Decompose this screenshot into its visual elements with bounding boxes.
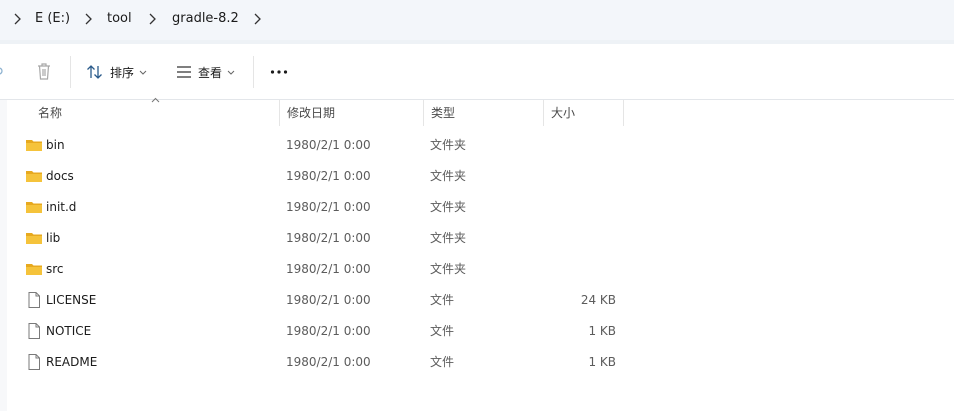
file-type: 文件 [430, 293, 455, 307]
file-date: 1980/2/1 0:00 [286, 169, 371, 183]
file-name: LICENSE [46, 293, 97, 307]
chevron-right-icon[interactable] [147, 12, 157, 26]
file-type: 文件 [430, 355, 455, 369]
breadcrumb-gradle[interactable]: gradle-8.2 [172, 11, 239, 26]
file-name: src [46, 262, 64, 276]
column-header-date[interactable]: 修改日期 [279, 100, 423, 126]
folder-icon [26, 171, 42, 182]
file-date: 1980/2/1 0:00 [286, 231, 371, 245]
file-type: 文件夹 [430, 138, 467, 152]
delete-icon[interactable] [35, 61, 53, 81]
file-name: init.d [46, 200, 77, 214]
file-type: 文件夹 [430, 231, 467, 245]
column-header-size[interactable]: 大小 [543, 100, 623, 126]
file-row[interactable]: lib 1980/2/1 0:00 文件夹 [8, 223, 948, 254]
share-icon[interactable] [0, 63, 6, 79]
column-header-name[interactable]: 名称 [30, 100, 279, 126]
file-row[interactable]: README 1980/2/1 0:00 文件 1 KB [8, 347, 948, 378]
chevron-right-icon[interactable] [12, 12, 22, 26]
file-size: 1 KB [588, 355, 616, 369]
toolbar-separator [70, 56, 71, 88]
file-size: 1 KB [588, 324, 616, 338]
file-icon [28, 292, 40, 308]
sort-label: 排序 [110, 65, 135, 80]
file-icon [28, 354, 40, 370]
file-date: 1980/2/1 0:00 [286, 355, 371, 369]
column-divider[interactable] [623, 100, 624, 126]
file-size: 24 KB [580, 293, 616, 307]
sort-button[interactable]: 排序 [86, 57, 147, 87]
file-size [548, 254, 616, 285]
file-name: bin [46, 138, 65, 152]
sort-icon [87, 65, 102, 79]
folder-icon [26, 140, 42, 151]
file-type: 文件夹 [430, 169, 467, 183]
file-type: 文件夹 [430, 262, 467, 276]
file-row[interactable]: src 1980/2/1 0:00 文件夹 [8, 254, 948, 285]
view-button[interactable]: 查看 [176, 57, 235, 87]
chevron-down-icon [139, 70, 147, 75]
breadcrumb-tool[interactable]: tool [107, 11, 132, 26]
file-size [548, 130, 616, 161]
file-row[interactable]: init.d 1980/2/1 0:00 文件夹 [8, 192, 948, 223]
chevron-right-icon[interactable] [83, 12, 93, 26]
folder-icon [26, 264, 42, 275]
chevron-down-icon [227, 70, 235, 75]
file-date: 1980/2/1 0:00 [286, 200, 371, 214]
folder-icon [26, 233, 42, 244]
more-options-button[interactable] [270, 57, 288, 87]
file-row[interactable]: LICENSE 1980/2/1 0:00 文件 24 KB [8, 285, 948, 316]
file-date: 1980/2/1 0:00 [286, 324, 371, 338]
view-icon [177, 66, 191, 78]
file-row[interactable]: bin 1980/2/1 0:00 文件夹 [8, 130, 948, 161]
file-date: 1980/2/1 0:00 [286, 138, 371, 152]
file-name: NOTICE [46, 324, 92, 338]
file-row[interactable]: docs 1980/2/1 0:00 文件夹 [8, 161, 948, 192]
file-date: 1980/2/1 0:00 [286, 262, 371, 276]
file-name: lib [46, 231, 61, 245]
navigation-pane-edge[interactable] [0, 100, 7, 411]
toolbar-separator [253, 56, 254, 88]
command-bar: 排序 查看 [0, 44, 954, 100]
file-name: docs [46, 169, 74, 183]
file-size [548, 192, 616, 223]
file-date: 1980/2/1 0:00 [286, 293, 371, 307]
file-size [548, 223, 616, 254]
view-label: 查看 [198, 65, 223, 80]
breadcrumb-drive[interactable]: E (E:) [35, 11, 70, 26]
file-type: 文件夹 [430, 200, 467, 214]
file-icon [28, 323, 40, 339]
folder-icon [26, 202, 42, 213]
file-type: 文件 [430, 324, 455, 338]
file-row[interactable]: NOTICE 1980/2/1 0:00 文件 1 KB [8, 316, 948, 347]
column-header-type[interactable]: 类型 [423, 100, 543, 126]
chevron-right-icon[interactable] [252, 12, 262, 26]
address-bar[interactable]: E (E:) tool gradle-8.2 [0, 0, 954, 40]
file-size [548, 161, 616, 192]
more-icon [270, 70, 288, 74]
file-name: README [46, 355, 98, 369]
